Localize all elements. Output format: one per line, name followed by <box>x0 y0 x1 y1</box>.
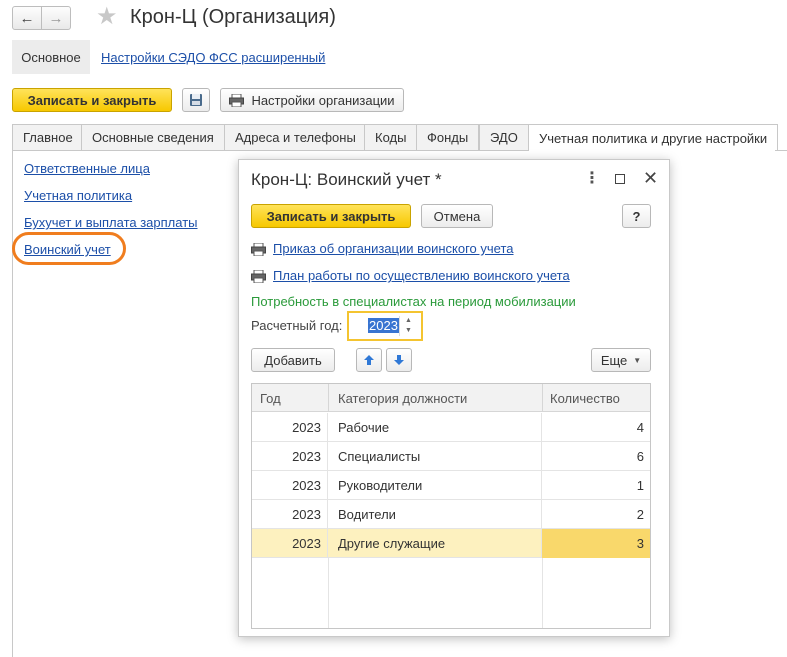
table-row[interactable]: 2023 Водители 2 <box>252 500 650 529</box>
column-divider <box>328 384 329 412</box>
side-link-military[interactable]: Воинский учет <box>24 242 111 257</box>
tab-basic-info[interactable]: Основные сведения <box>81 124 225 150</box>
column-header-count[interactable]: Количество <box>550 384 620 412</box>
tab-label: Адреса и телефоны <box>235 130 356 145</box>
table-row[interactable]: 2023 Специалисты 6 <box>252 442 650 471</box>
tab-label: Фонды <box>427 130 469 145</box>
column-header-category[interactable]: Категория должности <box>338 384 467 412</box>
cell-count: 6 <box>636 449 644 464</box>
printer-icon <box>251 243 266 256</box>
cell-year: 2023 <box>252 413 328 442</box>
close-icon[interactable]: ✕ <box>643 168 658 189</box>
cell-count: 4 <box>636 420 644 435</box>
military-dialog: Крон-Ц: Воинский учет * ⋮ ✕ Записать и з… <box>238 159 670 637</box>
tab-edo[interactable]: ЭДО <box>479 124 529 150</box>
cell-category: Другие служащие <box>328 529 542 558</box>
side-link-policy[interactable]: Учетная политика <box>24 188 132 203</box>
cell-category: Рабочие <box>328 413 542 442</box>
chevron-down-icon: ▼ <box>633 355 642 365</box>
arrow-down-icon <box>394 355 404 365</box>
cell-category: Специалисты <box>328 442 542 471</box>
save-icon-button[interactable] <box>182 88 210 112</box>
more-vert-icon[interactable]: ⋮ <box>584 168 600 188</box>
year-field[interactable]: 2023 ▲ ▼ <box>347 311 423 341</box>
cell-year: 2023 <box>252 471 328 500</box>
needs-table[interactable]: Год Категория должности Количество 2023 … <box>251 383 651 629</box>
arrow-right-icon: → <box>48 9 64 27</box>
help-button[interactable]: ? <box>622 204 651 228</box>
column-divider <box>542 558 543 628</box>
cell-year: 2023 <box>252 529 328 558</box>
move-down-button[interactable] <box>386 348 412 372</box>
cancel-button[interactable]: Отмена <box>421 204 493 228</box>
main-panel-label: Основное <box>21 49 81 65</box>
tab-addresses[interactable]: Адреса и телефоны <box>224 124 367 150</box>
add-button[interactable]: Добавить <box>251 348 335 372</box>
table-header: Год Категория должности Количество <box>252 384 650 412</box>
tab-codes[interactable]: Коды <box>364 124 418 150</box>
cancel-label: Отмена <box>433 208 481 224</box>
cell-count: 1 <box>636 478 644 493</box>
move-up-button[interactable] <box>356 348 382 372</box>
side-panel <box>12 151 13 657</box>
print-order-link[interactable]: Приказ об организации воинского учета <box>273 241 514 256</box>
cell-category: Водители <box>328 500 542 529</box>
side-link-payroll[interactable]: Бухучет и выплата зарплаты <box>24 215 198 230</box>
sedo-settings-link[interactable]: Настройки СЭДО ФСС расширенный <box>101 50 325 65</box>
help-label: ? <box>632 208 641 224</box>
column-divider <box>542 384 543 412</box>
window-title: Крон-Ц (Организация) <box>130 6 336 28</box>
cell-category: Руководители <box>328 471 542 500</box>
cell-year: 2023 <box>252 500 328 529</box>
dialog-save-close-button[interactable]: Записать и закрыть <box>251 204 411 228</box>
table-row-selected[interactable]: 2023 Другие служащие 3 <box>252 529 650 558</box>
tab-main[interactable]: Главное <box>12 124 84 150</box>
floppy-disk-icon <box>190 94 202 106</box>
cell-count[interactable]: 3 <box>542 529 650 558</box>
arrow-up-icon <box>364 355 374 365</box>
year-value: 2023 <box>368 318 399 333</box>
table-row[interactable]: 2023 Рабочие 4 <box>252 413 650 442</box>
print-plan-link[interactable]: План работы по осуществлению воинского у… <box>273 268 570 283</box>
back-button[interactable]: ← <box>12 6 42 30</box>
cell-year: 2023 <box>252 442 328 471</box>
org-settings-label: Настройки организации <box>251 92 395 108</box>
star-icon[interactable]: ★ <box>96 3 118 31</box>
cell-count: 2 <box>636 507 644 522</box>
save-close-button[interactable]: Записать и закрыть <box>12 88 172 112</box>
tab-label: Главное <box>23 130 73 145</box>
tabs-divider <box>775 150 787 151</box>
section-title: Потребность в специалистах на период моб… <box>251 294 576 309</box>
forward-button[interactable]: → <box>41 6 71 30</box>
dialog-save-close-label: Записать и закрыть <box>266 208 396 224</box>
tabs-divider <box>12 150 528 151</box>
add-label: Добавить <box>264 352 322 368</box>
org-settings-button[interactable]: Настройки организации <box>220 88 404 112</box>
tab-label: Основные сведения <box>92 130 214 145</box>
side-link-responsible[interactable]: Ответственные лица <box>24 161 150 176</box>
column-divider <box>328 558 329 628</box>
tab-label: Коды <box>375 130 407 145</box>
table-row[interactable]: 2023 Руководители 1 <box>252 471 650 500</box>
printer-icon <box>251 270 266 283</box>
more-button[interactable]: Еще ▼ <box>591 348 651 372</box>
year-stepper[interactable]: ▲ ▼ <box>399 316 417 336</box>
more-label: Еще <box>600 352 628 368</box>
tab-funds[interactable]: Фонды <box>416 124 480 150</box>
arrow-left-icon: ← <box>19 9 35 27</box>
main-panel-item[interactable]: Основное <box>12 40 90 74</box>
dialog-title: Крон-Ц: Воинский учет * <box>251 170 442 189</box>
tab-accounting-policy[interactable]: Учетная политика и другие настройки <box>528 124 779 151</box>
printer-icon <box>229 93 245 107</box>
save-close-label: Записать и закрыть <box>27 92 157 108</box>
column-header-year[interactable]: Год <box>260 384 281 412</box>
tab-label: ЭДО <box>490 130 518 145</box>
maximize-icon[interactable] <box>615 174 625 184</box>
year-label: Расчетный год: <box>251 318 343 333</box>
tab-label: Учетная политика и другие настройки <box>539 130 768 146</box>
